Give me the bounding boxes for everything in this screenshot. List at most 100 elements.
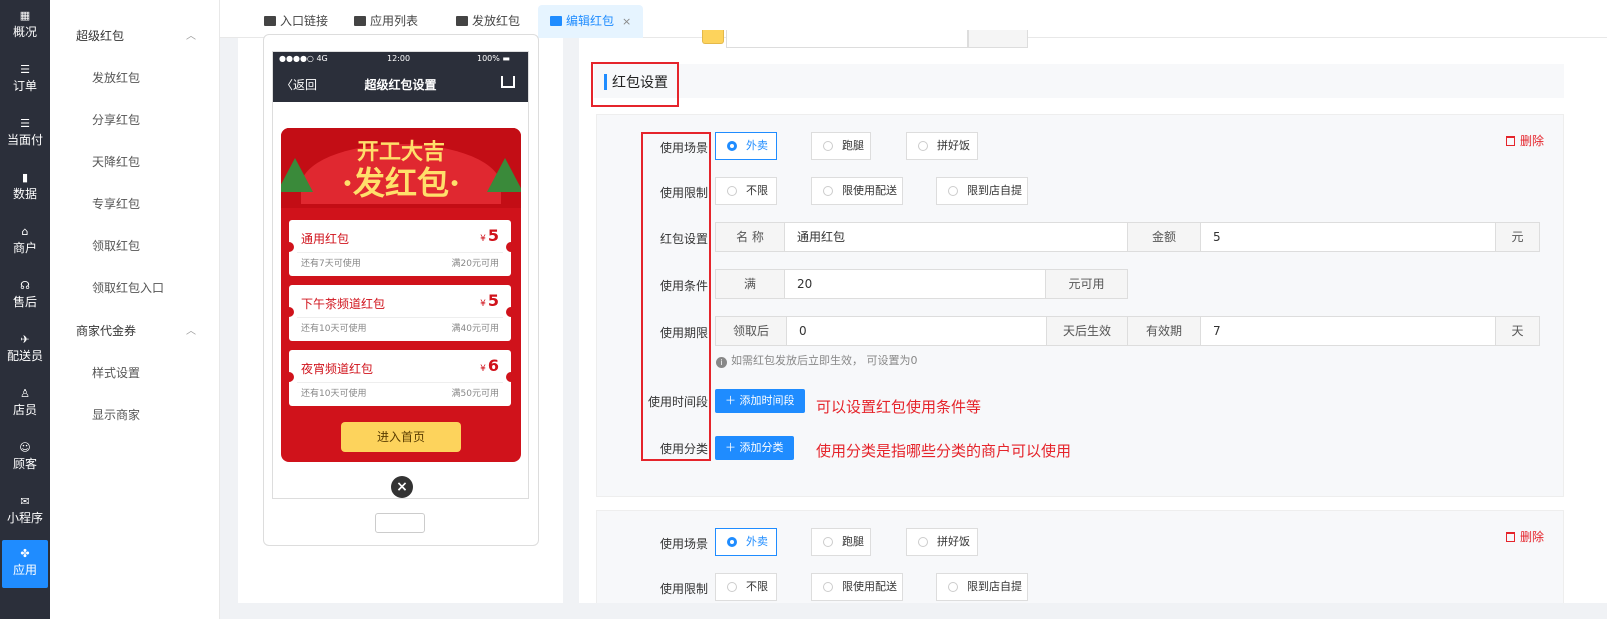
radio-scene-errand[interactable]: 跑腿 [811,132,871,160]
coupon-notch [506,372,516,382]
tab-label: 应用列表 [370,14,419,28]
main-rail: ▦ 概况 ☰ 订单 ☰ 当面付 ▮ 数据 ⌂ 商户 ☊ 售后 ✈ 配送员 ♙ 店员 ☺ 顾客 ✉ 小… [0,0,50,619]
condition-input[interactable]: 20 [785,270,1045,298]
period-prefix: 领取后 [716,317,786,345]
apps-icon: ✤ [20,547,30,560]
sidebar-item-style-settings[interactable]: 样式设置 [92,364,140,381]
radio-label: 限到店自提 [967,184,1022,197]
radio-scene-takeout[interactable]: 外卖 [715,132,777,160]
add-timeslot-button[interactable]: ＋ 添加时间段 [715,389,805,413]
radio-limit-delivery[interactable]: 限使用配送 [811,573,903,601]
rail-item-overview[interactable]: ▦ 概况 [0,2,50,50]
rail-item-data[interactable]: ▮ 数据 [0,164,50,212]
radio-label: 不限 [746,580,768,593]
coupon-validity: 还有10天可使用 [301,324,367,334]
sidebar-item-claim-packet[interactable]: 领取红包 [92,237,140,254]
amount-addon: 金额 [1128,223,1200,251]
phone-home-button[interactable] [375,513,425,533]
sidebar-group-voucher[interactable]: 商家代金券 ︿ [76,322,196,339]
add-category-button[interactable]: ＋ 添加分类 [715,436,794,460]
close-tab-icon[interactable]: × [622,15,631,28]
coupon-condition: 满20元可用 [451,259,499,269]
name-addon: 名 称 [716,223,784,251]
label-limit: 使用限制 [659,582,708,596]
coupon-card: 下午茶频道红包 ¥5 还有10天可使用 满40元可用 [284,285,516,341]
group-label: 商家代金券 [76,324,137,338]
period-input[interactable]: 0 [787,317,1046,345]
radio-label: 拼好饭 [937,139,970,152]
rail-item-facepay[interactable]: ☰ 当面付 [0,110,50,158]
radio-limit-delivery[interactable]: 限使用配送 [811,177,903,205]
radio-limit-pickup[interactable]: 限到店自提 [936,573,1028,601]
radio-scene-group[interactable]: 拼好饭 [906,132,978,160]
customer-icon: ☺ [19,441,31,454]
rail-label: 订单 [12,79,37,93]
battery-status: 100% ▬ [477,54,510,63]
staff-icon: ♙ [20,387,30,400]
radio-limit-none[interactable]: 不限 [715,177,777,205]
coupon-card: 通用红包 ¥5 还有7天可使用 满20元可用 [284,220,516,276]
rail-item-orders[interactable]: ☰ 订单 [0,56,50,104]
radio-label: 不限 [746,184,768,197]
rail-label: 店员 [12,403,37,417]
chevron-up-icon: ︿ [186,326,196,337]
rail-item-courier[interactable]: ✈ 配送员 [0,326,50,374]
envelope-icon [456,16,468,26]
delete-button[interactable]: 删除 [1506,528,1544,545]
close-circle-icon[interactable]: × [391,476,413,498]
coupon-notch [284,307,294,317]
bar-chart-icon: ▮ [21,171,29,184]
highlight-box-labels [641,132,711,461]
radio-scene-errand[interactable]: 跑腿 [811,528,871,556]
name-input[interactable]: 通用红包 [785,223,1127,251]
dashboard-icon: ▦ [19,9,31,22]
coupon-notch [284,372,294,382]
tab-label: 发放红包 [472,14,521,28]
radio-dot [918,537,928,547]
tab-edit-packet[interactable]: 编辑红包 × [538,5,644,38]
packet-setting-group: 名 称 通用红包 金额 5 元 [715,222,1540,252]
radio-scene-takeout[interactable]: 外卖 [715,528,777,556]
trash-icon [1506,136,1515,146]
trash-icon [1506,532,1515,542]
radio-label: 跑腿 [842,139,864,152]
radio-scene-group[interactable]: 拼好饭 [906,528,978,556]
delete-label: 删除 [1520,530,1545,544]
rail-item-customer[interactable]: ☺ 顾客 [0,434,50,482]
delete-button[interactable]: 删除 [1506,132,1544,149]
input-addon [968,30,1028,48]
radio-dot [727,141,737,151]
radio-limit-none[interactable]: 不限 [715,573,777,601]
text-input[interactable] [726,30,968,48]
list-icon: ☰ [20,63,30,76]
radio-limit-pickup[interactable]: 限到店自提 [936,177,1028,205]
rail-item-staff[interactable]: ♙ 店员 [0,380,50,428]
rail-item-merchant[interactable]: ⌂ 商户 [0,218,50,266]
sidebar-item-sky-packet[interactable]: 天降红包 [92,153,140,170]
color-swatch[interactable] [702,30,724,44]
radio-label: 外卖 [746,139,768,152]
coupon-divider [297,382,503,383]
sidebar-item-share-packet[interactable]: 分享红包 [92,111,140,128]
rail-item-miniprogram[interactable]: ✉ 小程序 [0,488,50,536]
period-mid: 天后生效 [1047,317,1127,345]
amount-input[interactable]: 5 [1201,223,1495,251]
annotation-conditions: 可以设置红包使用条件等 [816,398,982,416]
rail-item-apps[interactable]: ✤ 应用 [2,540,48,588]
rail-label: 当面付 [6,133,43,147]
rail-item-aftersale[interactable]: ☊ 售后 [0,272,50,320]
condition-suffix: 元可用 [1046,270,1127,298]
amount-value: 6 [487,356,499,375]
radio-label: 限使用配送 [842,184,897,197]
sidebar-item-exclusive-packet[interactable]: 专享红包 [92,195,140,212]
enter-home-button[interactable]: 进入首页 [341,422,461,452]
share-icon[interactable] [501,76,515,88]
red-packet-card: 开工大吉 ·发红包· 通用红包 ¥5 还有7天可使用 满20元可用 下午茶频道红… [281,128,521,462]
sidebar-item-claim-entry[interactable]: 领取红包入口 [92,279,164,296]
valid-input[interactable]: 7 [1201,317,1495,345]
sidebar-item-issue-packet[interactable]: 发放红包 [92,69,140,86]
sidebar-group-super-packet[interactable]: 超级红包 ︿ [76,27,196,44]
amount-unit: 元 [1496,223,1539,251]
packet-banner: 开工大吉 ·发红包· [281,128,521,208]
sidebar-item-show-merchant[interactable]: 显示商家 [92,406,140,423]
